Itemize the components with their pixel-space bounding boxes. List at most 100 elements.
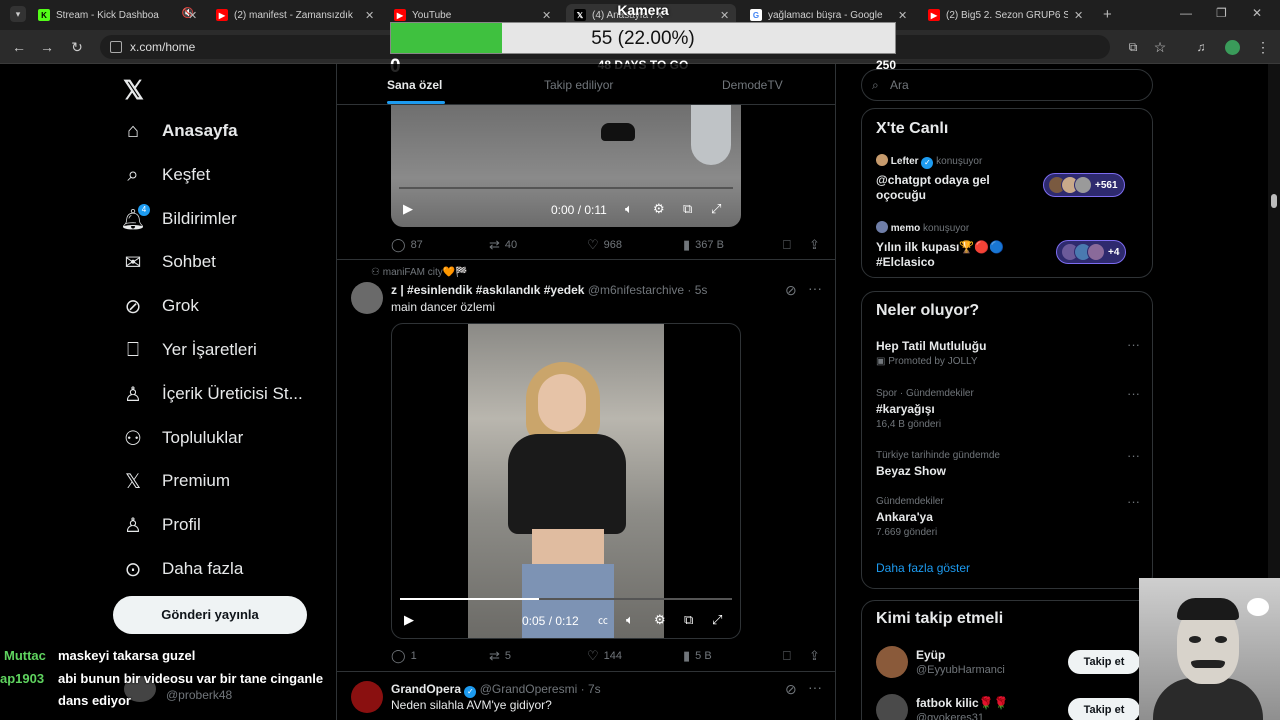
nav-item-grok[interactable]: ⊘ Grok <box>122 291 199 321</box>
trend-item[interactable]: Gündemdekiler Ankara'ya 7.669 gönderi ··… <box>876 494 1140 538</box>
like-button[interactable]: ♡ 968 <box>587 237 622 253</box>
follow-suggestion[interactable]: Eyüp @EyyubHarmanci Takip et <box>876 646 1140 682</box>
browser-tab-kick[interactable]: K Stream - Kick Dashboa 🔇 <box>38 4 198 26</box>
more-options-icon[interactable]: ··· <box>1127 494 1140 509</box>
nav-item-explore[interactable]: ⌕ Keşfet <box>122 160 210 190</box>
video-scrubber[interactable] <box>399 187 733 189</box>
forward-icon[interactable]: → <box>38 38 56 56</box>
captions-icon[interactable]: ㏄ <box>598 612 608 627</box>
browser-tab-manifest[interactable]: ▶ (2) manifest - Zamansızdık <box>216 4 356 26</box>
search-input[interactable]: ⌕ Ara <box>861 69 1153 101</box>
play-icon[interactable]: ▶ <box>403 201 413 217</box>
grok-explain-icon[interactable]: ⊘ <box>785 282 797 299</box>
close-window-icon[interactable]: ✕ <box>1252 6 1262 20</box>
follow-button[interactable]: Takip et <box>1068 650 1140 674</box>
tweet-author-handle[interactable]: @GrandOperesmi <box>480 682 578 696</box>
nav-item-profile[interactable]: ♙ Profil <box>122 510 201 540</box>
tweet-author-handle[interactable]: @m6nifestarchive <box>588 283 684 297</box>
more-options-icon[interactable]: ··· <box>808 280 822 296</box>
tab-close-icon[interactable]: ✕ <box>898 9 907 22</box>
space-listeners-pill[interactable]: +4 <box>1056 240 1127 264</box>
live-host-row[interactable]: Lefter ✓ konuşuyor <box>876 154 982 169</box>
volume-icon[interactable]: 🔈︎ <box>625 201 633 217</box>
settings-gear-icon[interactable]: ⚙ <box>654 612 666 628</box>
tab-close-icon[interactable]: ✕ <box>188 9 197 22</box>
retweet-button[interactable]: ⇄ 40 <box>489 237 517 253</box>
new-tab-icon[interactable]: + <box>1103 6 1112 23</box>
post-button[interactable]: Gönderi yayınla <box>113 596 307 634</box>
suggestion-name[interactable]: fatbok kilic🌹🌹 <box>916 696 1009 710</box>
retweet-button[interactable]: ⇄ 5 <box>489 648 511 664</box>
suggestion-avatar[interactable] <box>876 646 908 678</box>
tweet-author-avatar[interactable] <box>351 681 383 713</box>
more-options-icon[interactable]: ··· <box>1127 448 1140 463</box>
account-handle[interactable]: @proberk48 <box>166 688 232 702</box>
nav-item-notifications[interactable]: 🔔︎ 4 Bildirimler <box>120 204 237 234</box>
tweet-author-name[interactable]: GrandOpera <box>391 682 461 696</box>
share-button[interactable]: ⇪ <box>809 237 820 253</box>
tab-demodetv[interactable]: DemodeTV <box>722 78 783 92</box>
menu-kebab-icon[interactable]: ⋮ <box>1254 38 1272 56</box>
nav-item-bookmarks[interactable]: ⎕ Yer İşaretleri <box>122 335 257 365</box>
tweet-context-text[interactable]: maniFAM city🧡🏁 <box>383 267 468 278</box>
nav-item-messages[interactable]: ✉ Sohbet <box>122 247 216 277</box>
scrollbar-thumb[interactable] <box>1271 194 1277 208</box>
bookmark-button[interactable]: ⎕ <box>783 237 791 253</box>
tweet-video[interactable]: ▶ 0:00 / 0:11 🔈︎ ⚙ ⧉ ⤢ <box>391 105 741 227</box>
settings-gear-icon[interactable]: ⚙ <box>653 201 665 217</box>
video-scrubber[interactable] <box>400 598 732 600</box>
tab-for-you[interactable]: Sana özel <box>387 78 442 92</box>
tweet-author-avatar[interactable] <box>351 282 383 314</box>
more-options-icon[interactable]: ··· <box>1127 337 1140 352</box>
popout-icon[interactable]: ⧉ <box>684 612 693 628</box>
reply-button[interactable]: ◯ 87 <box>391 237 423 253</box>
show-more-link[interactable]: Daha fazla göster <box>876 561 970 575</box>
maximize-icon[interactable]: ❐ <box>1216 6 1227 20</box>
nav-item-creator-studio[interactable]: ♙ İçerik Üreticisi St... <box>122 379 303 409</box>
like-button[interactable]: ♡ 144 <box>587 648 622 664</box>
space-listeners-pill[interactable]: +561 <box>1043 173 1125 197</box>
nav-item-premium[interactable]: 𝕏 Premium <box>122 466 230 496</box>
trend-item[interactable]: Türkiye tarihinde gündemde Beyaz Show ··… <box>876 448 1140 478</box>
tweet-video[interactable]: ▶ 0:05 / 0:12 ㏄ 🔈︎ ⚙ ⧉ ⤢ <box>391 323 741 639</box>
tab-following[interactable]: Takip ediliyor <box>544 78 613 92</box>
tweet-time[interactable]: 5s <box>695 283 708 297</box>
reply-button[interactable]: ◯ 1 <box>391 648 417 664</box>
suggestion-name[interactable]: Eyüp <box>916 648 945 662</box>
bookmark-star-icon[interactable]: ☆ <box>1151 38 1169 56</box>
media-control-icon[interactable]: ♫ <box>1192 38 1210 56</box>
play-icon[interactable]: ▶ <box>404 612 414 628</box>
trend-item[interactable]: Hep Tatil Mutluluğu ▣ Promoted by JOLLY … <box>876 337 1140 367</box>
views-button[interactable]: ▮ 367 B <box>683 237 724 253</box>
trend-item[interactable]: Spor · Gündemdekiler #karyağışı 16,4 B g… <box>876 386 1140 430</box>
space-title[interactable]: @chatgpt odaya gel oçocuğu <box>876 173 1036 203</box>
profile-avatar-icon[interactable] <box>1225 40 1240 55</box>
fullscreen-icon[interactable]: ⤢ <box>711 201 721 217</box>
fullscreen-icon[interactable]: ⤢ <box>712 612 722 628</box>
tab-close-icon[interactable]: ✕ <box>1074 9 1083 22</box>
more-options-icon[interactable]: ··· <box>1127 386 1140 401</box>
space-title[interactable]: Yılın ilk kupası🏆🔴🔵 #Elclasico <box>876 240 1046 270</box>
tab-list-chevron-icon[interactable]: ▾ <box>10 6 26 22</box>
x-logo-icon[interactable]: 𝕏 <box>123 75 144 106</box>
share-button[interactable]: ⇪ <box>809 648 820 664</box>
more-options-icon[interactable]: ··· <box>808 679 822 695</box>
nav-item-more[interactable]: ⊙ Daha fazla <box>122 554 244 584</box>
grok-explain-icon[interactable]: ⊘ <box>785 681 797 698</box>
browser-tab-big5[interactable]: ▶ (2) Big5 2. Sezon GRUP6 S <box>928 4 1068 26</box>
back-icon[interactable]: ← <box>10 38 28 56</box>
minimize-icon[interactable]: — <box>1180 6 1192 20</box>
bookmark-button[interactable]: ⎕ <box>783 648 791 664</box>
tweet-time[interactable]: 7s <box>588 682 601 696</box>
site-info-icon[interactable] <box>110 41 122 53</box>
tab-close-icon[interactable]: ✕ <box>365 9 374 22</box>
nav-item-home[interactable]: ⌂ Anasayfa <box>122 116 238 146</box>
suggestion-avatar[interactable] <box>876 694 908 720</box>
popout-icon[interactable]: ⧉ <box>683 201 692 217</box>
live-host-row[interactable]: memo konuşuyor <box>876 221 969 234</box>
follow-button[interactable]: Takip et <box>1068 698 1140 720</box>
follow-suggestion[interactable]: fatbok kilic🌹🌹 @gvokeres31 Takip et <box>876 694 1140 720</box>
volume-icon[interactable]: 🔈︎ <box>626 612 634 628</box>
install-app-icon[interactable]: ⧉ <box>1124 38 1142 56</box>
reload-icon[interactable]: ↻ <box>68 38 86 56</box>
